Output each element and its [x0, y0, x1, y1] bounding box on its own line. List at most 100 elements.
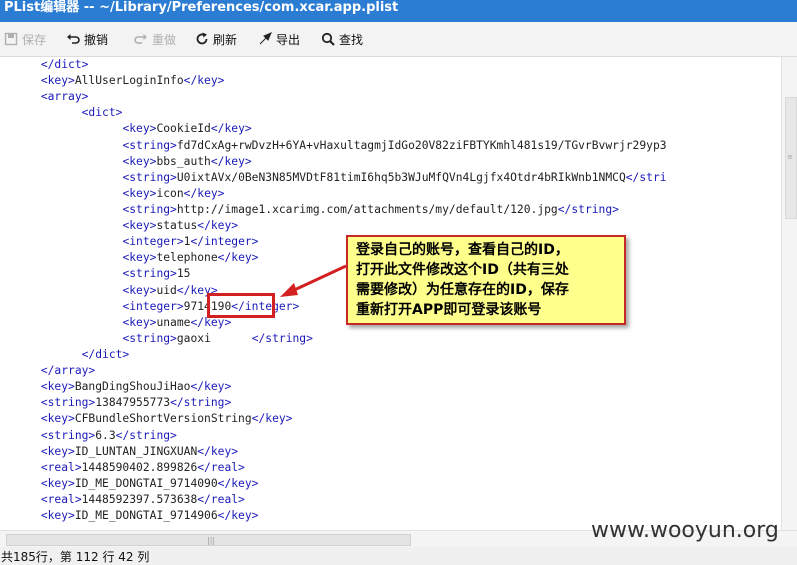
undo-button[interactable]: 撤销 [66, 30, 108, 48]
code-line: <key>BangDingShouJiHao</key> [0, 379, 667, 395]
uid-highlight-box [207, 293, 275, 318]
xml-tag: <string> [40, 428, 96, 442]
grip-icon: ||| [207, 536, 216, 545]
code-line: <real>1448590402.899826</real> [0, 460, 667, 476]
find-button[interactable]: 查找 [321, 30, 363, 48]
xml-tag: </string> [557, 202, 619, 216]
xml-value: U0ixtAVx/0BeN3N85MVDtF81timI6hq5b3WJuMfQ… [176, 170, 626, 184]
watermark: www.wooyun.org [591, 518, 779, 543]
xml-tag: <key> [40, 444, 75, 458]
code-line: <key>bbs_auth</key> [0, 154, 667, 170]
xml-tag: </string> [170, 396, 232, 410]
code-line: </dict> [0, 347, 667, 363]
toolbar: 保存 撤销 重做 刷新 导出 查找 [0, 22, 797, 57]
xml-tag: <key> [122, 251, 157, 265]
refresh-icon [195, 32, 209, 46]
xml-tag: <key> [122, 154, 157, 168]
code-line: <key>ID_ME_DONGTAI_9714090</key> [0, 476, 667, 492]
code-line: <key>ID_ME_DONGTAI_9714906</key> [0, 508, 667, 524]
xml-value: CookieId [156, 122, 211, 136]
xml-value: http://image1.xcarimg.com/attachments/my… [176, 202, 558, 216]
undo-icon [66, 32, 80, 46]
xml-value: ID_ME_DONGTAI_9714090 [74, 476, 218, 490]
callout-line: 重新打开APP即可登录该账号 [356, 302, 542, 318]
refresh-label: 刷新 [213, 32, 238, 47]
xml-tag: <string> [122, 202, 177, 216]
xml-tag: </real> [197, 492, 245, 506]
horizontal-scroll-thumb[interactable]: ||| [6, 534, 411, 546]
xml-tag: </key> [210, 154, 252, 168]
title-bar: PList编辑器 -- ~/Library/Preferences/com.xc… [0, 0, 797, 22]
xml-tag: <real> [40, 492, 82, 506]
code-line: <string>gaoxi </string> [0, 331, 667, 347]
xml-value: CFBundleShortVersionString [74, 412, 252, 426]
xml-tag: </key> [183, 74, 225, 88]
xml-tag: <key> [122, 186, 157, 200]
vertical-scrollbar[interactable]: ≡ [781, 57, 797, 530]
xml-tag: <string> [122, 331, 177, 345]
xml-tag: </string> [251, 331, 313, 345]
xml-tag: <string> [122, 138, 177, 152]
xml-tag: <key> [122, 315, 157, 329]
code-line: </dict> [0, 57, 667, 73]
xml-value: BangDingShouJiHao [74, 380, 191, 394]
xml-tag: <array> [40, 90, 89, 104]
xml-value: 1448590402.899826 [81, 460, 198, 474]
export-button[interactable]: 导出 [258, 30, 300, 48]
status-bar: 共185行，第 112 行 42 列 [0, 547, 797, 564]
xml-tag: </array> [40, 364, 96, 378]
undo-label: 撤销 [84, 32, 109, 47]
xml-value: fd7dCxAg+rwDvzH+6YA+vHaxultagmjIdGo20V82… [176, 138, 667, 152]
annotation-callout: 登录自己的账号，查看自己的ID， 打开此文件修改这个ID（共有三处 需要修改）为… [346, 235, 626, 325]
refresh-button[interactable]: 刷新 [195, 30, 237, 48]
xml-value: uid [156, 283, 177, 297]
xml-tag: </key> [217, 251, 259, 265]
xml-value: status [156, 219, 198, 233]
window-title: PList编辑器 -- ~/Library/Preferences/com.xc… [4, 0, 399, 15]
code-line: <key>icon</key> [0, 186, 667, 202]
save-button[interactable]: 保存 [4, 30, 46, 48]
xml-tag: <string> [40, 396, 96, 410]
xml-tag: </dict> [81, 347, 130, 361]
xml-tag: <key> [122, 122, 157, 136]
save-icon [4, 32, 18, 46]
redo-icon [134, 32, 148, 46]
xml-tag: </dict> [40, 58, 89, 71]
redo-label: 重做 [152, 32, 177, 47]
code-line: <key>AllUserLoginInfo</key> [0, 73, 667, 89]
xml-tag: <integer> [122, 299, 184, 313]
xml-tag: <key> [122, 219, 157, 233]
code-line: <string>fd7dCxAg+rwDvzH+6YA+vHaxultagmjI… [0, 138, 667, 154]
callout-line: 需要修改）为任意存在的ID，保存 [356, 282, 569, 298]
xml-value: 6.3 [95, 428, 116, 442]
redo-button[interactable]: 重做 [134, 30, 176, 48]
code-line: <array> [0, 89, 667, 105]
xml-tag: </key> [197, 219, 239, 233]
xml-tag: </stri [625, 170, 667, 184]
xml-value: ID_LUNTAN_JINGXUAN [74, 444, 198, 458]
code-line: <real>1448592397.573638</real> [0, 492, 667, 508]
xml-tag: </key> [210, 122, 252, 136]
xml-tag: <key> [122, 283, 157, 297]
export-label: 导出 [276, 32, 301, 47]
xml-tag: <real> [40, 460, 82, 474]
export-icon [258, 32, 272, 46]
search-icon [321, 32, 335, 46]
save-label: 保存 [22, 32, 47, 47]
xml-tag: <string> [122, 170, 177, 184]
code-line: <key>ID_LUNTAN_JINGXUAN</key> [0, 444, 667, 460]
code-line: <key>CFBundleShortVersionString</key> [0, 411, 667, 427]
xml-tag: </key> [251, 412, 293, 426]
xml-tag: </key> [183, 186, 225, 200]
xml-value: uname [156, 315, 191, 329]
code-line: <string>13847955773</string> [0, 395, 667, 411]
code-line: <key>CookieId</key> [0, 121, 667, 137]
xml-value: icon [156, 186, 184, 200]
xml-value: gaoxi [176, 331, 252, 345]
xml-value: 13847955773 [95, 396, 171, 410]
code-line: <key>status</key> [0, 218, 667, 234]
xml-tag: </key> [190, 380, 232, 394]
xml-tag: </key> [197, 444, 239, 458]
xml-value: telephone [156, 251, 218, 265]
xml-tag: <key> [40, 74, 75, 88]
